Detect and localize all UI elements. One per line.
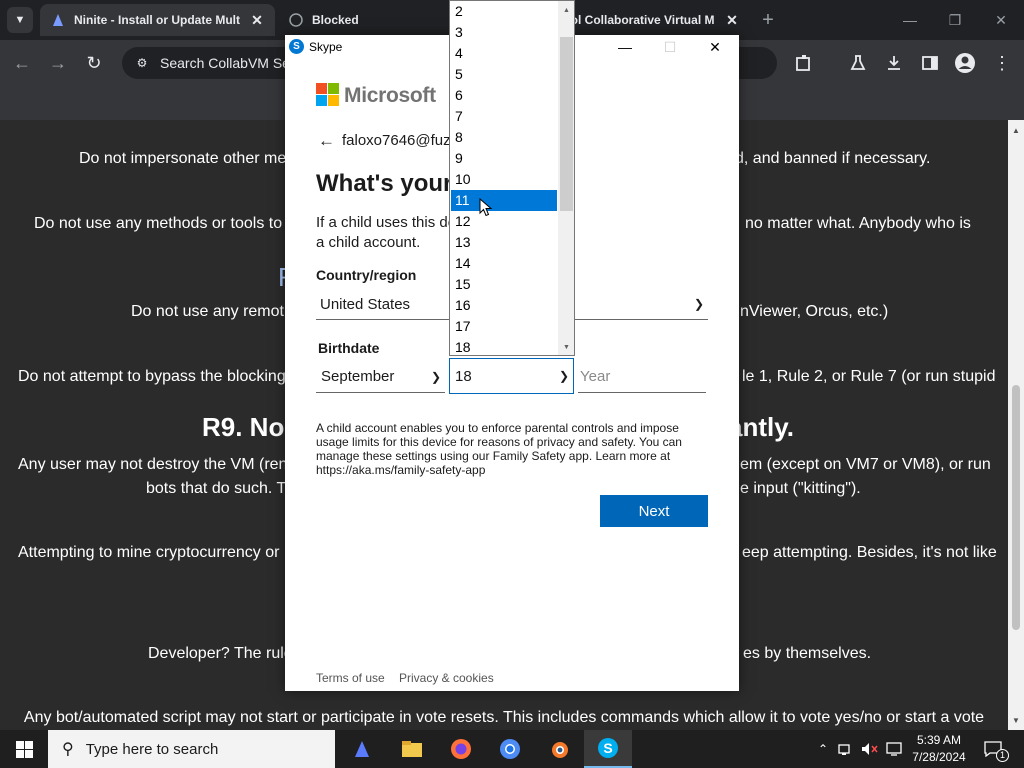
- taskbar-chrome-icon[interactable]: [486, 730, 534, 768]
- windows-taskbar: ⚲ Type here to search S ⌃ 5:39 AM 7/28/2…: [0, 730, 1024, 768]
- dropdown-option[interactable]: 13: [451, 232, 557, 253]
- labs-flask-icon[interactable]: [846, 51, 870, 75]
- dropdown-option[interactable]: 3: [451, 22, 557, 43]
- taskbar-file-explorer-icon[interactable]: [388, 730, 436, 768]
- month-select[interactable]: September ❯: [316, 361, 445, 393]
- taskbar-ninite-icon[interactable]: [338, 730, 386, 768]
- child-account-notice: A child account enables you to enforce p…: [316, 421, 682, 477]
- ninite-favicon-icon: [50, 12, 66, 28]
- taskbar-display-icon[interactable]: [884, 730, 904, 768]
- side-panel-icon[interactable]: [918, 51, 942, 75]
- forward-arrow-icon[interactable]: →: [46, 51, 70, 75]
- reload-icon[interactable]: ↻: [82, 51, 106, 75]
- dropdown-scrollbar-thumb[interactable]: [560, 37, 573, 211]
- account-email: faloxo7646@fuz: [342, 132, 451, 149]
- browser-tab-blocked[interactable]: Blocked: [278, 4, 448, 36]
- site-info-icon[interactable]: ⚙: [134, 55, 150, 71]
- minimize-icon[interactable]: —: [895, 8, 925, 32]
- taskbar-blender-icon[interactable]: [535, 730, 583, 768]
- mouse-cursor-icon: [479, 198, 493, 217]
- country-label: Country/region: [316, 267, 417, 283]
- terms-of-use-link[interactable]: Terms of use: [316, 671, 385, 685]
- notification-count-badge: 1: [996, 749, 1009, 762]
- dropdown-option[interactable]: 8: [451, 127, 557, 148]
- browser-tab-collabvm[interactable]: rol Collaborative Virtual M ✕: [560, 4, 750, 36]
- microsoft-logo-icon: [316, 83, 339, 106]
- more-menu-icon[interactable]: ⋮: [990, 51, 1014, 75]
- chevron-down-icon: ❯: [430, 369, 441, 384]
- taskbar-clock[interactable]: 5:39 AM 7/28/2024: [906, 732, 972, 766]
- chevron-down-icon: ❯: [558, 369, 569, 383]
- dropdown-option[interactable]: 14: [451, 253, 557, 274]
- maximize-icon: ☐: [663, 38, 677, 55]
- taskbar-search-box[interactable]: ⚲ Type here to search: [48, 730, 335, 768]
- scroll-down-icon[interactable]: ▼: [1008, 712, 1024, 728]
- close-window-icon[interactable]: ✕: [986, 8, 1016, 32]
- dropdown-option[interactable]: 7: [451, 106, 557, 127]
- search-icon: ⚲: [62, 741, 74, 758]
- chevron-down-icon: ❯: [693, 297, 704, 311]
- next-button[interactable]: Next: [600, 495, 708, 527]
- dropdown-option[interactable]: 17: [451, 316, 557, 337]
- dropdown-option[interactable]: 12: [451, 211, 557, 232]
- year-input[interactable]: Year: [578, 361, 706, 393]
- skype-logo-icon: S: [289, 39, 304, 54]
- profile-avatar-icon[interactable]: [953, 51, 977, 75]
- minimize-icon[interactable]: —: [603, 35, 647, 59]
- birthdate-label: Birthdate: [318, 340, 380, 356]
- skype-window-title: Skype: [309, 40, 343, 54]
- microsoft-brand-text: Microsoft: [344, 84, 436, 107]
- scroll-up-icon[interactable]: ▲: [1008, 122, 1024, 138]
- dropdown-option[interactable]: 4: [451, 43, 557, 64]
- taskbar-firefox-icon[interactable]: [437, 730, 485, 768]
- notifications-button[interactable]: 1: [980, 730, 1009, 768]
- volume-muted-icon[interactable]: [859, 730, 881, 768]
- dropdown-option[interactable]: 5: [451, 64, 557, 85]
- dropdown-option[interactable]: 9: [451, 148, 557, 169]
- new-tab-button[interactable]: +: [758, 9, 778, 31]
- day-select[interactable]: 18 ❯: [449, 358, 574, 394]
- chevron-down-icon: ▼: [14, 14, 26, 26]
- back-arrow-icon[interactable]: ←: [10, 51, 34, 75]
- svg-text:S: S: [603, 740, 612, 756]
- rule-text: Any bot/automated script may not start o…: [23, 709, 985, 726]
- dropdown-option[interactable]: 11: [451, 190, 557, 211]
- close-icon[interactable]: ✕: [693, 35, 737, 59]
- scroll-up-icon[interactable]: ▲: [558, 3, 574, 17]
- download-icon[interactable]: [882, 51, 906, 75]
- day-dropdown-list[interactable]: 2 3 4 5 6 7 8 9 10 11 12 13 14 15 16 17 18 ▲ ▼: [449, 0, 575, 356]
- dropdown-scrollbar[interactable]: ▲ ▼: [558, 1, 574, 355]
- dropdown-option[interactable]: 10: [451, 169, 557, 190]
- browser-tab-ninite[interactable]: Ninite - Install or Update Mult ✕: [40, 4, 275, 36]
- dropdown-option[interactable]: 18: [451, 337, 557, 355]
- start-button[interactable]: [0, 730, 48, 768]
- tab-search-button[interactable]: ▼: [7, 7, 33, 33]
- dropdown-option[interactable]: 15: [451, 274, 557, 295]
- github-favicon-icon: [288, 12, 304, 28]
- back-arrow-icon[interactable]: ←: [318, 131, 335, 151]
- dropdown-option[interactable]: 2: [451, 1, 557, 22]
- page-scrollbar[interactable]: ▲ ▼: [1008, 120, 1024, 730]
- dropdown-option[interactable]: 16: [451, 295, 557, 316]
- windows-logo-icon: [15, 740, 33, 758]
- privacy-cookies-link[interactable]: Privacy & cookies: [399, 671, 494, 685]
- close-icon[interactable]: ✕: [249, 12, 265, 28]
- show-hidden-icons-icon[interactable]: ⌃: [814, 730, 832, 768]
- scroll-down-icon[interactable]: ▼: [558, 340, 574, 354]
- taskbar-skype-icon[interactable]: S: [584, 730, 632, 768]
- dropdown-option[interactable]: 6: [451, 85, 557, 106]
- page-title: What's your: [316, 170, 453, 197]
- extensions-icon[interactable]: [792, 51, 816, 75]
- restore-icon[interactable]: ❐: [940, 8, 970, 32]
- taskbar-network-icon[interactable]: [836, 730, 856, 768]
- scrollbar-thumb[interactable]: [1012, 385, 1020, 630]
- close-icon[interactable]: ✕: [724, 12, 740, 28]
